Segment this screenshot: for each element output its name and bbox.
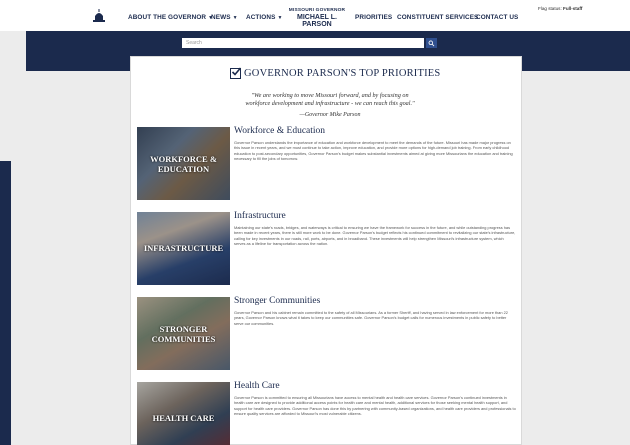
health-care-image[interactable]: HEALTH CARE <box>137 382 230 445</box>
image-label: INFRASTRUCTURE <box>137 243 230 253</box>
page-title-row: GOVERNOR PARSON'S TOP PRIORITIES <box>230 66 440 80</box>
checkbox-icon <box>230 66 241 79</box>
flag-status: Flag status: Full-staff <box>538 6 582 11</box>
nav-label: ABOUT THE GOVERNOR <box>128 14 207 21</box>
image-label-line: WORKFORCE & <box>150 154 217 164</box>
top-nav-bar: ABOUT THE GOVERNOR ▼ NEWS ▼ ACTIONS ▼ MISSO… <box>0 0 630 31</box>
search-icon <box>428 40 435 46</box>
brand-logo[interactable]: MISSOURI GOVERNOR MICHAEL L. PARSON <box>283 8 351 28</box>
section-body-stronger-communities: Governor Parson and his cabinet remain c… <box>234 310 508 326</box>
quote-attribution: —Governor Mike Parson <box>299 112 361 118</box>
workforce-education-image[interactable]: WORKFORCE & EDUCATION <box>137 127 230 200</box>
section-title-stronger-communities[interactable]: Stronger Communities <box>234 296 320 306</box>
nav-label: NEWS <box>211 14 231 21</box>
side-decoration-strip <box>0 161 11 445</box>
nav-about-governor[interactable]: ABOUT THE GOVERNOR ▼ <box>128 14 213 21</box>
image-label-line: COMMUNITIES <box>151 334 216 344</box>
section-title-workforce-education[interactable]: Workforce & Education <box>234 126 325 136</box>
nav-label: ACTIONS <box>246 14 276 21</box>
page-title: GOVERNOR PARSON'S TOP PRIORITIES <box>244 67 441 79</box>
image-label: WORKFORCE & EDUCATION <box>137 154 230 174</box>
section-title-health-care[interactable]: Health Care <box>234 381 280 391</box>
image-label-line: HEALTH CARE <box>152 413 215 423</box>
quote-line-1: "We are working to move Missouri forward… <box>251 92 409 99</box>
nav-news[interactable]: NEWS ▼ <box>211 14 238 21</box>
section-body-infrastructure: Maintaining our state's roads, bridges, … <box>234 225 516 247</box>
image-label-line: EDUCATION <box>157 164 210 174</box>
nav-label: CONTACT US <box>476 14 519 21</box>
section-title-infrastructure[interactable]: Infrastructure <box>234 211 286 221</box>
brand-subtitle: MISSOURI GOVERNOR <box>288 8 346 13</box>
search-button[interactable] <box>426 38 437 48</box>
stronger-communities-image[interactable]: STRONGER COMMUNITIES <box>137 297 230 370</box>
nav-label: PRIORITIES <box>355 14 393 21</box>
nav-priorities[interactable]: PRIORITIES <box>355 14 392 21</box>
search-input[interactable] <box>182 38 424 48</box>
nav-label: CONSTITUENT SERVICES <box>397 14 479 21</box>
quote-line-2: workforce development and infrastructure… <box>245 100 415 107</box>
nav-contact-us[interactable]: CONTACT US <box>476 14 518 21</box>
image-label: STRONGER COMMUNITIES <box>137 324 230 344</box>
governor-quote: "We are working to move Missouri forward… <box>210 92 450 108</box>
image-label-line: STRONGER <box>159 324 208 334</box>
infrastructure-image[interactable]: INFRASTRUCTURE <box>137 212 230 285</box>
nav-actions[interactable]: ACTIONS ▼ <box>246 14 283 21</box>
capitol-logo-icon[interactable] <box>92 9 106 23</box>
image-label: HEALTH CARE <box>137 413 230 423</box>
flag-status-value: Full-staff <box>563 6 583 11</box>
section-body-workforce-education: Governor Parson understands the importan… <box>234 140 513 162</box>
brand-name: MICHAEL L. PARSON <box>297 14 337 28</box>
image-label-line: INFRASTRUCTURE <box>143 243 224 253</box>
nav-constituent-services[interactable]: CONSTITUENT SERVICES <box>397 14 478 21</box>
chevron-down-icon: ▼ <box>277 15 283 21</box>
chevron-down-icon: ▼ <box>232 15 238 21</box>
section-body-health-care: Governor Parson is committed to ensuring… <box>234 395 516 417</box>
flag-status-label: Flag status: <box>538 6 562 11</box>
